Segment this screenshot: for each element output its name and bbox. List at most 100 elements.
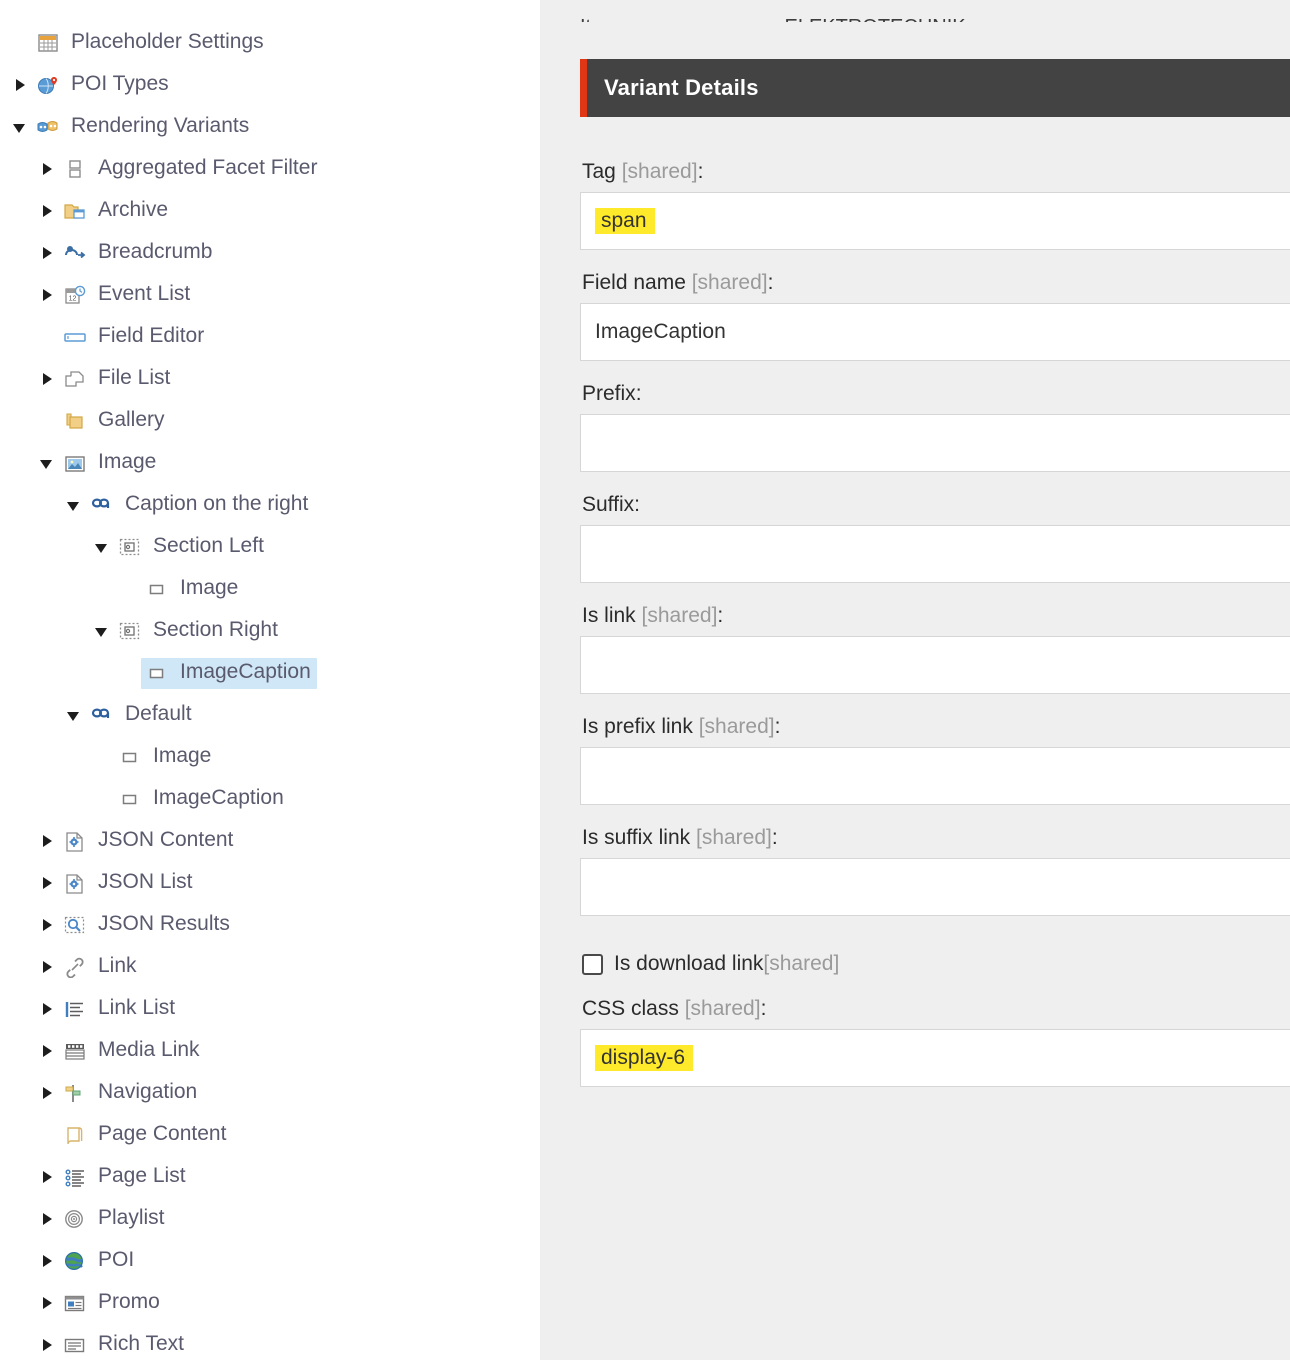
tree-item-hit[interactable]: Breadcrumb: [59, 238, 218, 269]
tree-item-promo[interactable]: Promo: [0, 1282, 540, 1324]
input-is-suffix-link[interactable]: [580, 858, 1290, 916]
tree-item-section-left[interactable]: Section Left: [0, 526, 540, 568]
tree-item-hit[interactable]: Image: [114, 742, 217, 773]
tree-item-hit[interactable]: Navigation: [59, 1078, 203, 1109]
tree-item-hit[interactable]: Field Editor: [59, 322, 210, 353]
tree-item-hit[interactable]: JSON Content: [59, 826, 239, 857]
chevron-right-icon[interactable]: [35, 1339, 59, 1351]
chevron-right-icon[interactable]: [35, 961, 59, 973]
tree-item-json-results[interactable]: JSON Results: [0, 904, 540, 946]
tree-item-hit[interactable]: ImageCaption: [114, 784, 290, 815]
chevron-right-icon[interactable]: [35, 205, 59, 217]
tree-item-field-editor[interactable]: Field Editor: [0, 316, 540, 358]
tree-item-rich-text[interactable]: Rich Text: [0, 1324, 540, 1360]
chevron-right-icon[interactable]: [35, 1213, 59, 1225]
chevron-right-icon[interactable]: [35, 1255, 59, 1267]
tree-item-link[interactable]: Link: [0, 946, 540, 988]
tree-item-image[interactable]: Image: [0, 736, 540, 778]
tree-item-playlist[interactable]: Playlist: [0, 1198, 540, 1240]
tree-item-poi[interactable]: POI: [0, 1240, 540, 1282]
tree-item-hit[interactable]: Promo: [59, 1288, 166, 1319]
tree-item-hit[interactable]: Gallery: [59, 406, 171, 437]
tree-item-hit[interactable]: POI: [59, 1246, 140, 1277]
tree-item-hit[interactable]: Link List: [59, 994, 181, 1025]
chevron-right-icon[interactable]: [35, 1171, 59, 1183]
tree-item-image[interactable]: Image: [0, 442, 540, 484]
tree-item-hit[interactable]: Section Left: [114, 532, 270, 563]
chevron-right-icon[interactable]: [35, 877, 59, 889]
tree-item-hit[interactable]: ImageCaption: [141, 657, 317, 689]
tree-item-hit[interactable]: Page List: [59, 1162, 192, 1193]
tree-item-archive[interactable]: Archive: [0, 190, 540, 232]
tree-item-hit[interactable]: Default: [86, 700, 198, 731]
chevron-right-icon[interactable]: [35, 373, 59, 385]
tree-item-page-list[interactable]: Page List: [0, 1156, 540, 1198]
tree-item-hit[interactable]: Rendering Variants: [32, 112, 255, 143]
chevron-right-icon[interactable]: [35, 289, 59, 301]
input-value: span: [595, 208, 655, 234]
tree-item-default[interactable]: Default: [0, 694, 540, 736]
tree-item-event-list[interactable]: 12 Event List: [0, 274, 540, 316]
tree-item-hit[interactable]: Rich Text: [59, 1330, 190, 1360]
tree-item-imagecaption[interactable]: ImageCaption: [0, 652, 540, 694]
tree-item-file-list[interactable]: File List: [0, 358, 540, 400]
tree-item-hit[interactable]: File List: [59, 364, 176, 395]
tree-item-hit[interactable]: Section Right: [114, 616, 284, 647]
chevron-down-icon[interactable]: [90, 541, 114, 553]
tree-item-hit[interactable]: JSON Results: [59, 910, 236, 941]
tree-item-json-list[interactable]: JSON List: [0, 862, 540, 904]
tree-item-hit[interactable]: Placeholder Settings: [32, 28, 270, 59]
input-prefix[interactable]: [580, 414, 1290, 472]
chevron-right-icon[interactable]: [35, 919, 59, 931]
tree-item-link-list[interactable]: Link List: [0, 988, 540, 1030]
tree-item-hit[interactable]: Archive: [59, 196, 174, 227]
tree-item-media-link[interactable]: Media Link: [0, 1030, 540, 1072]
chevron-right-icon[interactable]: [35, 1045, 59, 1057]
tree-item-hit[interactable]: Link: [59, 952, 143, 983]
tree-item-hit[interactable]: POI Types: [32, 70, 175, 101]
chevron-right-icon[interactable]: [35, 835, 59, 847]
chevron-down-icon[interactable]: [62, 499, 86, 511]
tree-item-breadcrumb[interactable]: Breadcrumb: [0, 232, 540, 274]
chevron-down-icon[interactable]: [90, 625, 114, 637]
tree-item-hit[interactable]: Image: [141, 574, 244, 605]
input-is-prefix-link[interactable]: [580, 747, 1290, 805]
tree-item-hit[interactable]: Caption on the right: [86, 490, 314, 521]
chevron-down-icon[interactable]: [62, 709, 86, 721]
tree-item-hit[interactable]: Aggregated Facet Filter: [59, 154, 323, 185]
chevron-right-icon[interactable]: [35, 163, 59, 175]
chevron-down-icon[interactable]: [35, 457, 59, 469]
tree-item-imagecaption[interactable]: ImageCaption: [0, 778, 540, 820]
tree-item-gallery[interactable]: Gallery: [0, 400, 540, 442]
chevron-right-icon[interactable]: [35, 247, 59, 259]
tree-item-hit[interactable]: Playlist: [59, 1204, 171, 1235]
chevron-right-icon[interactable]: [35, 1297, 59, 1309]
tree-item-image[interactable]: Image: [0, 568, 540, 610]
input-field-name[interactable]: ImageCaption: [580, 303, 1290, 361]
input-tag[interactable]: span: [580, 192, 1290, 250]
tree-item-rendering-variants[interactable]: Rendering Variants: [0, 106, 540, 148]
tree-item-placeholder-settings[interactable]: Placeholder Settings: [0, 22, 540, 64]
tree-item-hit[interactable]: Page Content: [59, 1120, 232, 1151]
tree-item-navigation[interactable]: Navigation: [0, 1072, 540, 1114]
tree-item-aggregated-facet-filter[interactable]: Aggregated Facet Filter: [0, 148, 540, 190]
tree-item-section-right[interactable]: Section Right: [0, 610, 540, 652]
input-is-link[interactable]: [580, 636, 1290, 694]
tree-item-hit[interactable]: Image: [59, 448, 162, 479]
tree-item-hit[interactable]: 12 Event List: [59, 280, 196, 311]
tree-item-page-content[interactable]: Page Content: [0, 1114, 540, 1156]
chevron-down-icon[interactable]: [8, 121, 32, 133]
chevron-right-icon[interactable]: [35, 1003, 59, 1015]
input-suffix[interactable]: [580, 525, 1290, 583]
tree-item-hit[interactable]: Media Link: [59, 1036, 206, 1067]
is-download-link-checkbox[interactable]: [582, 953, 603, 975]
tree-item-hit[interactable]: JSON List: [59, 868, 199, 899]
chevron-right-icon[interactable]: [8, 79, 32, 91]
input-css-class[interactable]: display-6: [580, 1029, 1290, 1087]
item-owner-row: Item owner: ELEKTROTECHNIK: [540, 0, 1290, 22]
tree-item-poi-types[interactable]: POI Types: [0, 64, 540, 106]
chevron-right-icon[interactable]: [35, 1087, 59, 1099]
tree-item-json-content[interactable]: JSON Content: [0, 820, 540, 862]
tree-item-caption-on-the-right[interactable]: Caption on the right: [0, 484, 540, 526]
field-is-download-link[interactable]: Is download link [shared]: [580, 916, 1290, 976]
